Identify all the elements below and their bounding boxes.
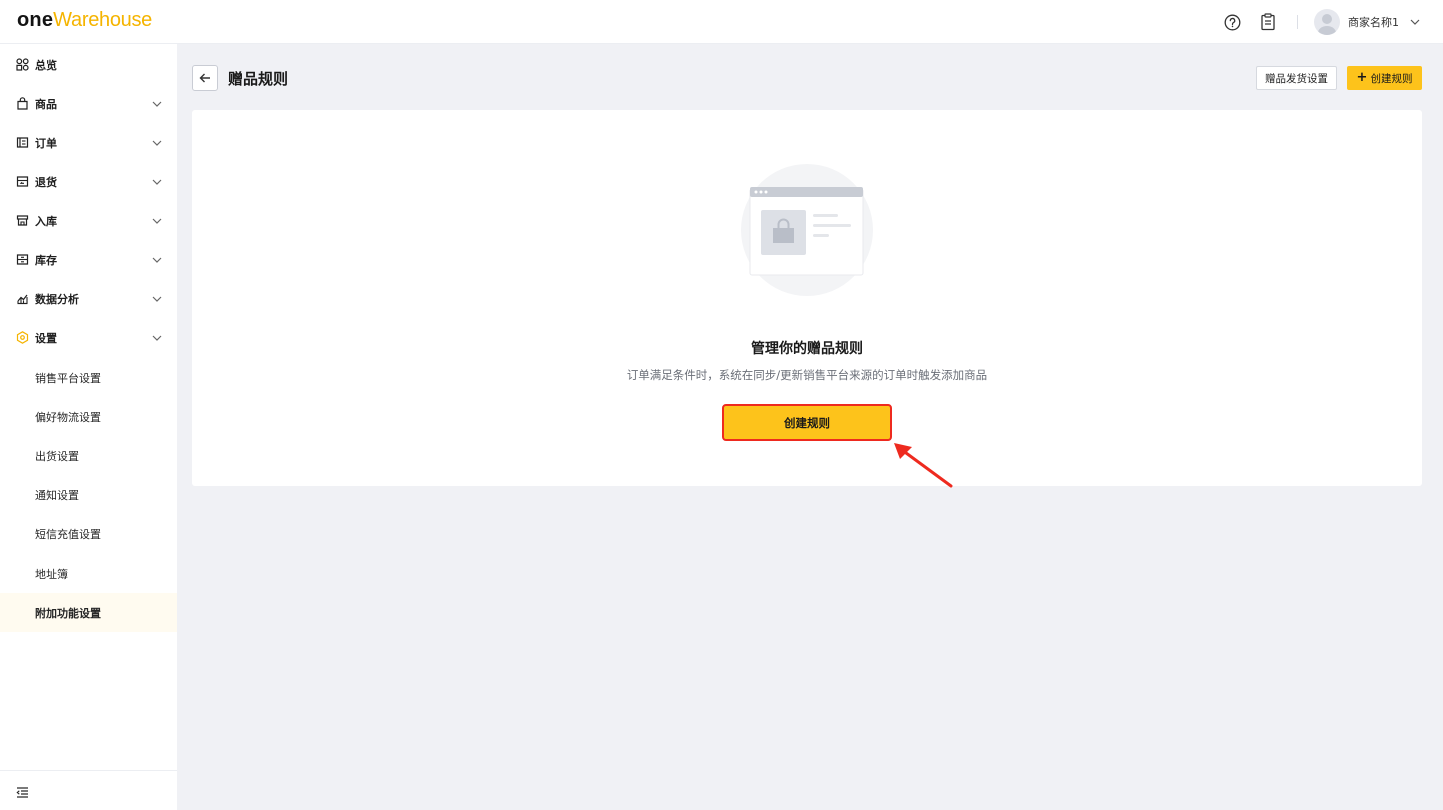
sidebar-subitem-label: 通知设置 (35, 488, 79, 502)
sidebar-item-label: 入库 (35, 214, 57, 228)
sidebar-item-analytics[interactable]: 数据分析 (0, 279, 177, 318)
empty-state-description: 订单满足条件时，系统在同步/更新销售平台来源的订单时触发添加商品 (626, 368, 988, 382)
back-button[interactable] (192, 65, 218, 91)
sidebar: 总览 商品 订单 退货 入库 库存 数据分析 设置 销售平台设置 偏好物流设置 … (0, 44, 177, 810)
sidebar-item-label: 设置 (35, 331, 57, 345)
sidebar-item-returns[interactable]: 退货 (0, 162, 177, 201)
top-right-controls: 商家名称1 (1207, 6, 1421, 38)
settings-icon (15, 331, 29, 345)
chevron-down-icon (151, 254, 163, 266)
sidebar-item-orders[interactable]: 订单 (0, 123, 177, 162)
dashboard-icon (15, 58, 29, 72)
empty-state-title: 管理你的赠品规则 (751, 341, 863, 357)
clipboard-icon[interactable] (1257, 11, 1279, 33)
create-rule-header-label: 创建规则 (1370, 72, 1413, 85)
page-title: 赠品规则 (228, 70, 289, 88)
top-bar: oneWarehouse 商家名称1 (0, 0, 1443, 44)
sidebar-subitem-logistics[interactable]: 偏好物流设置 (0, 397, 177, 436)
arrow-left-icon (199, 73, 210, 83)
product-bag-icon (15, 97, 29, 111)
inventory-icon (15, 253, 29, 267)
chevron-up-icon (151, 332, 163, 344)
return-icon (15, 175, 29, 189)
chevron-down-icon (151, 137, 163, 149)
sidebar-subitem-label: 销售平台设置 (35, 371, 101, 385)
sidebar-subitem-label: 出货设置 (35, 449, 79, 463)
sidebar-subitem-sales-platform[interactable]: 销售平台设置 (0, 358, 177, 397)
sidebar-subitem-address-book[interactable]: 地址簿 (0, 554, 177, 593)
inbound-icon (15, 214, 29, 228)
sidebar-item-label: 数据分析 (35, 292, 79, 306)
sidebar-item-label: 库存 (35, 253, 57, 267)
logo-warehouse: Warehouse (53, 9, 153, 31)
order-icon (15, 136, 29, 150)
sidebar-item-inventory[interactable]: 库存 (0, 240, 177, 279)
sidebar-item-overview[interactable]: 总览 (0, 45, 177, 84)
analytics-icon (15, 292, 29, 306)
chevron-down-icon (151, 293, 163, 305)
chevron-down-icon (151, 215, 163, 227)
plus-icon: + (1356, 70, 1368, 85)
sidebar-item-label: 总览 (35, 58, 57, 72)
chevron-down-icon[interactable] (1409, 16, 1421, 28)
sidebar-item-inbound[interactable]: 入库 (0, 201, 177, 240)
chevron-down-icon (151, 98, 163, 110)
create-rule-header-button[interactable]: + 创建规则 (1347, 66, 1422, 90)
sidebar-item-products[interactable]: 商品 (0, 84, 177, 123)
merchant-name[interactable]: 商家名称1 (1348, 14, 1399, 30)
sidebar-footer (0, 770, 177, 810)
sidebar-subitem-shipping[interactable]: 出货设置 (0, 436, 177, 475)
create-rule-button[interactable]: 创建规则 (722, 404, 892, 441)
gift-shipping-settings-button[interactable]: 赠品发货设置 (1256, 66, 1337, 90)
logo[interactable]: oneWarehouse (17, 9, 152, 31)
header-divider (1297, 15, 1298, 29)
empty-state-card: 管理你的赠品规则 订单满足条件时，系统在同步/更新销售平台来源的订单时触发添加商… (192, 110, 1422, 486)
sidebar-item-label: 退货 (35, 175, 57, 189)
collapse-menu-icon[interactable] (16, 784, 30, 798)
sidebar-subitem-label: 短信充值设置 (35, 527, 101, 541)
sidebar-subitem-label: 地址簿 (35, 567, 68, 581)
logo-one: one (17, 9, 54, 31)
avatar[interactable] (1314, 9, 1340, 35)
sidebar-item-label: 商品 (35, 97, 57, 111)
sidebar-subitem-addon-features[interactable]: 附加功能设置 (0, 593, 177, 632)
help-circle-icon[interactable] (1221, 11, 1243, 33)
empty-rules-illustration (741, 164, 873, 296)
sidebar-item-settings[interactable]: 设置 (0, 318, 177, 357)
sidebar-item-label: 订单 (35, 136, 57, 150)
sidebar-subitem-label: 偏好物流设置 (35, 410, 101, 424)
sidebar-subitem-sms-recharge[interactable]: 短信充值设置 (0, 514, 177, 553)
chevron-down-icon (151, 176, 163, 188)
sidebar-subitem-notifications[interactable]: 通知设置 (0, 475, 177, 514)
sidebar-subitem-label: 附加功能设置 (35, 606, 101, 620)
